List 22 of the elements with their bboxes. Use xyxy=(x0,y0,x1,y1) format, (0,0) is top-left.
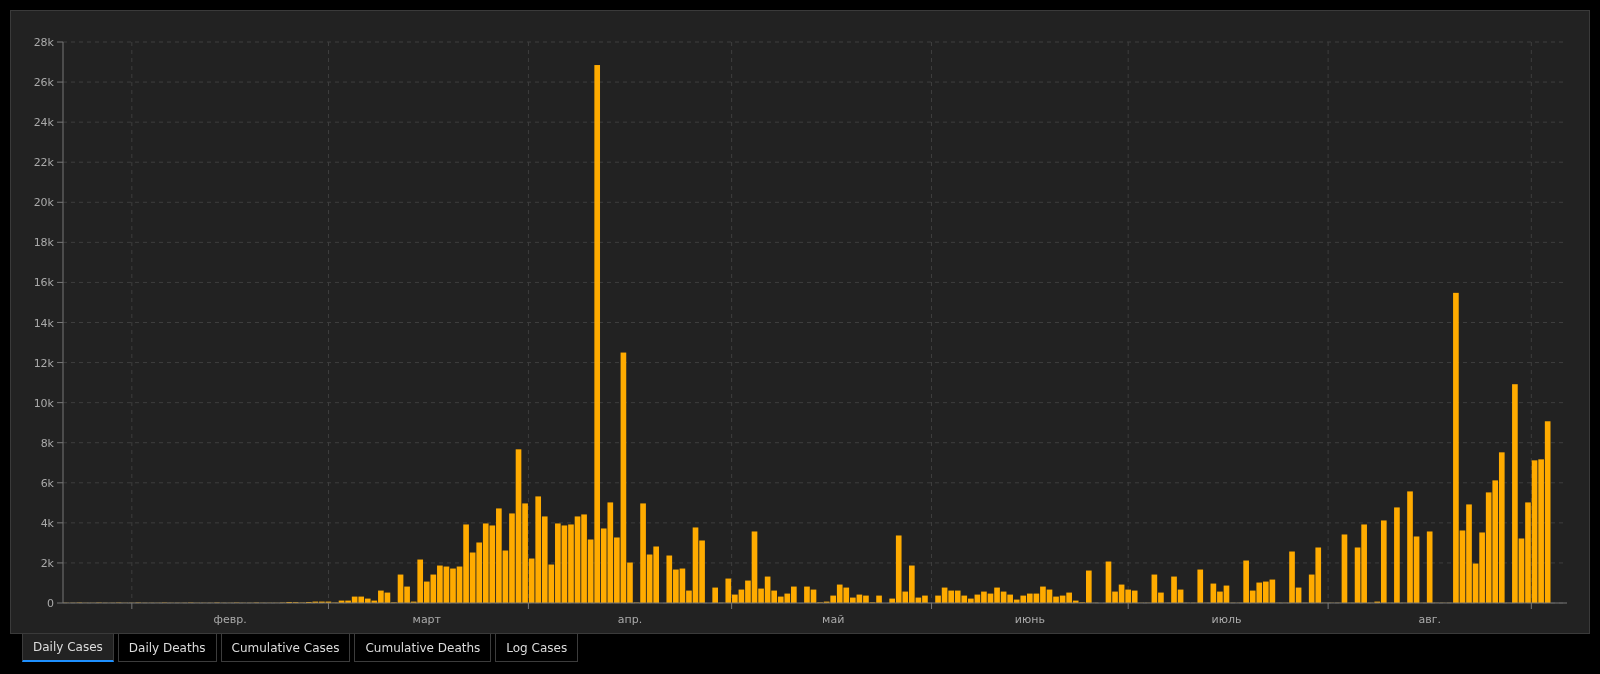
axis-label: май xyxy=(822,613,845,626)
axis-label: февр. xyxy=(213,613,247,626)
axis-label: июль xyxy=(1211,613,1242,626)
axis-label: 8k xyxy=(40,436,54,450)
axis-label: 0 xyxy=(47,597,54,610)
axis-label: 16k xyxy=(33,276,54,290)
axis-label: 12k xyxy=(33,356,54,370)
axis-label: июнь xyxy=(1014,613,1045,626)
axis-label: авг. xyxy=(1418,613,1441,626)
axis-label: 24k xyxy=(33,116,54,130)
axis-label: 26k xyxy=(33,76,54,90)
axis-label: 28k xyxy=(33,36,54,49)
axis-label: март xyxy=(412,613,441,626)
axis-label: 18k xyxy=(33,236,54,250)
axis-label: 14k xyxy=(33,316,54,330)
axis-label: апр. xyxy=(617,613,643,626)
axis-label: 22k xyxy=(33,156,54,170)
axis-label: 6k xyxy=(40,476,54,490)
axis-label: 20k xyxy=(33,196,54,210)
axis-label: 10k xyxy=(33,396,54,410)
axis-label: 2k xyxy=(40,556,54,570)
axis-label: 4k xyxy=(40,516,54,530)
